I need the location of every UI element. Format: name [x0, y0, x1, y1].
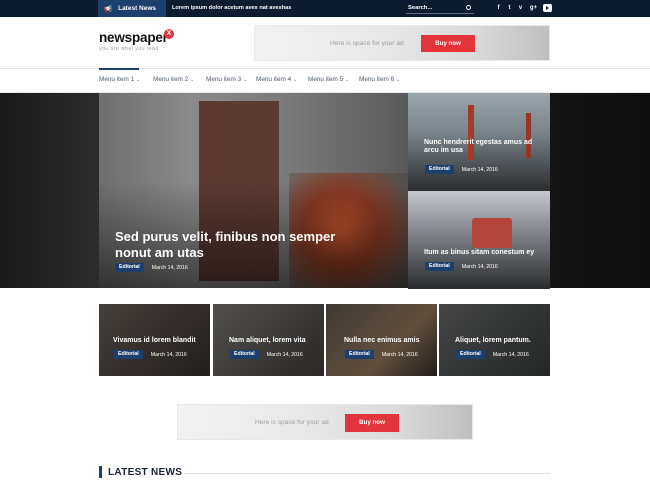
google-plus-icon[interactable]: g+ — [529, 4, 538, 13]
post-meta: Editorial March 14, 2016 — [345, 350, 418, 359]
content-ad-text: Here is space for your ad — [255, 419, 329, 426]
category-badge[interactable]: Editorial — [115, 263, 144, 272]
post-image — [472, 218, 512, 248]
megaphone-icon: 📢 — [104, 5, 113, 13]
header-ad-text: Here is space for your ad — [330, 40, 404, 47]
search-icon[interactable] — [466, 5, 471, 10]
featured-main-post[interactable]: Sed purus velit, finibus non semper nonu… — [99, 93, 408, 288]
news-ticker[interactable]: Lorem ipsum dolor acetum aves nat avesha… — [172, 0, 291, 17]
post-date: March 14, 2016 — [461, 263, 498, 270]
nav-item-label: Menu item 1 — [99, 76, 135, 83]
nav-item-1[interactable]: Menu item 1 ⌄ — [99, 76, 140, 83]
category-badge[interactable]: Editorial — [345, 350, 374, 359]
featured-left-backdrop — [0, 93, 99, 288]
chevron-down-icon: ⌄ — [135, 77, 141, 83]
side-post-title[interactable]: Itum as binus sitam conestum ey — [424, 249, 550, 257]
post-meta: Editorial March 14, 2016 — [456, 350, 529, 359]
nav-active-indicator — [99, 68, 139, 70]
site-logo[interactable]: newspaper — [99, 30, 168, 45]
nav-item-4[interactable]: Menu item 4 ⌄ — [256, 76, 297, 83]
post-meta: Editorial March 14, 2016 — [425, 165, 498, 174]
post-meta: Editorial March 14, 2016 — [230, 350, 303, 359]
post-date: March 14, 2016 — [492, 351, 529, 358]
chevron-down-icon: ⌄ — [395, 77, 401, 83]
latest-news-heading: LATEST NEWS — [108, 467, 183, 478]
post-meta: Editorial March 14, 2016 — [114, 350, 187, 359]
latest-news-label: Latest News — [118, 5, 157, 12]
section-divider — [184, 473, 550, 474]
nav-item-6[interactable]: Menu item 6 ⌄ — [359, 76, 400, 83]
post-date: March 14, 2016 — [381, 351, 418, 358]
grid-post-title[interactable]: Aliquet, lorem pantum. — [455, 337, 531, 345]
post-date: March 14, 2016 — [151, 264, 188, 271]
post-date: March 14, 2016 — [150, 351, 187, 358]
category-badge[interactable]: Editorial — [114, 350, 143, 359]
nav-item-label: Menu item 4 — [256, 76, 292, 83]
twitter-icon[interactable]: t — [505, 4, 514, 13]
category-badge[interactable]: Editorial — [425, 262, 454, 271]
category-badge[interactable]: Editorial — [456, 350, 485, 359]
post-meta: Editorial March 14, 2016 — [425, 262, 498, 271]
chevron-down-icon: ⌄ — [292, 77, 298, 83]
search-input[interactable]: Search... — [406, 3, 474, 14]
featured-right-backdrop — [550, 93, 650, 288]
grid-post-4[interactable]: Aliquet, lorem pantum. Editorial March 1… — [439, 304, 550, 376]
post-meta: Editorial March 14, 2016 — [115, 263, 188, 272]
header-ad-banner[interactable]: Here is space for your ad Buy now — [254, 25, 550, 61]
site-tagline: you are what you read — [99, 46, 159, 52]
chevron-down-icon: ⌄ — [242, 77, 248, 83]
nav-item-label: Menu item 6 — [359, 76, 395, 83]
grid-post-3[interactable]: Nulla nec enimus amis Editorial March 14… — [326, 304, 437, 376]
logo-mark-icon: X — [164, 29, 174, 39]
play-icon — [546, 6, 549, 10]
post-date: March 14, 2016 — [461, 166, 498, 173]
grid-post-2[interactable]: Nam aliquet, lorem vita Editorial March … — [213, 304, 324, 376]
content-ad-banner[interactable]: Here is space for your ad Buy now — [177, 404, 473, 440]
facebook-icon[interactable]: f — [494, 4, 503, 13]
vimeo-icon[interactable]: v — [516, 4, 525, 13]
featured-side-post-1[interactable]: Nunc hendrerit egestas amus ad arcu im u… — [408, 93, 550, 191]
grid-post-title[interactable]: Vivamus id lorem blandit — [113, 337, 196, 345]
featured-main-title[interactable]: Sed purus velit, finibus non semper nonu… — [115, 229, 345, 260]
chevron-down-icon: ⌄ — [344, 77, 350, 83]
nav-item-label: Menu item 3 — [206, 76, 242, 83]
content-ad-buy-button[interactable]: Buy now — [345, 414, 399, 432]
grid-post-title[interactable]: Nulla nec enimus amis — [344, 337, 419, 345]
nav-top-border — [0, 68, 650, 69]
nav-item-3[interactable]: Menu item 3 ⌄ — [206, 76, 247, 83]
featured-side-post-2[interactable]: Itum as binus sitam conestum ey Editoria… — [408, 191, 550, 289]
nav-item-label: Menu item 5 — [308, 76, 344, 83]
side-post-title[interactable]: Nunc hendrerit egestas amus ad arcu im u… — [424, 139, 546, 156]
chevron-down-icon: ⌄ — [189, 77, 195, 83]
youtube-icon[interactable] — [543, 4, 552, 12]
grid-post-title[interactable]: Nam aliquet, lorem vita — [229, 337, 306, 345]
nav-item-label: Menu item 2 — [153, 76, 189, 83]
header-ad-buy-button[interactable]: Buy now — [421, 35, 475, 52]
section-accent-bar — [99, 466, 102, 478]
category-badge[interactable]: Editorial — [425, 165, 454, 174]
grid-post-1[interactable]: Vivamus id lorem blandit Editorial March… — [99, 304, 210, 376]
category-badge[interactable]: Editorial — [230, 350, 259, 359]
latest-news-tag[interactable]: 📢 Latest News — [98, 0, 166, 17]
nav-item-5[interactable]: Menu item 5 ⌄ — [308, 76, 349, 83]
nav-item-2[interactable]: Menu item 2 ⌄ — [153, 76, 194, 83]
post-date: March 14, 2016 — [266, 351, 303, 358]
